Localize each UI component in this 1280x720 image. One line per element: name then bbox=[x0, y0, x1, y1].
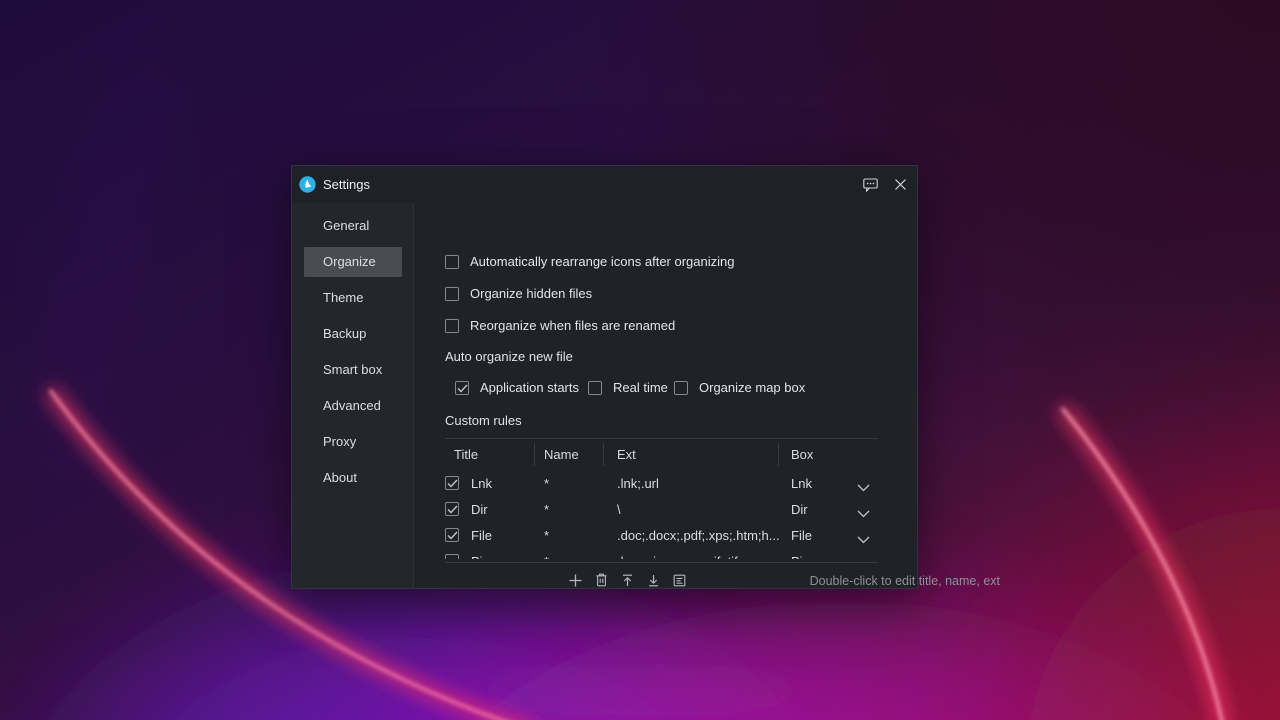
table-row[interactable]: File * .doc;.docx;.pdf;.xps;.htm;h... Fi… bbox=[445, 523, 878, 549]
rule-enabled-checkbox[interactable] bbox=[445, 528, 459, 542]
rule-enabled-checkbox[interactable] bbox=[445, 502, 459, 516]
option-label: Reorganize when files are renamed bbox=[470, 318, 676, 333]
sidebar-item-about[interactable]: About bbox=[292, 460, 414, 496]
title-bar: Settings bbox=[292, 166, 917, 203]
custom-rules-section-label: Custom rules bbox=[445, 413, 522, 428]
table-rows: Lnk * .lnk;.url Lnk Dir * \ Dir File * .… bbox=[445, 471, 878, 559]
column-separator bbox=[603, 443, 604, 466]
option-label: Organize hidden files bbox=[470, 286, 593, 301]
sidebar-item-theme[interactable]: Theme bbox=[292, 280, 414, 316]
option-real-time[interactable]: Real time bbox=[588, 380, 668, 395]
sidebar-item-advanced[interactable]: Advanced bbox=[292, 388, 414, 424]
column-separator bbox=[778, 443, 779, 466]
rule-title: File bbox=[471, 528, 492, 543]
close-icon bbox=[894, 179, 906, 190]
checkbox[interactable] bbox=[674, 380, 688, 395]
chevron-down-icon[interactable] bbox=[857, 532, 870, 547]
column-header-box: Box bbox=[791, 447, 814, 462]
option-label: Application starts bbox=[480, 380, 579, 395]
settings-sidebar: General Organize Theme Backup Smart box … bbox=[292, 203, 414, 588]
window-title: Settings bbox=[323, 177, 370, 192]
rule-ext: .bmp;.jpg;.png;.gif;.tif bbox=[617, 549, 738, 559]
rule-name: * bbox=[544, 476, 550, 491]
table-top-border bbox=[445, 438, 878, 439]
table-row[interactable]: Dir * \ Dir bbox=[445, 497, 878, 523]
option-label: Automatically rearrange icons after orga… bbox=[470, 254, 735, 269]
option-organize-map-box[interactable]: Organize map box bbox=[674, 380, 805, 395]
rule-name: * bbox=[544, 502, 550, 517]
checkbox[interactable] bbox=[588, 380, 602, 395]
rule-box-select[interactable]: Pic bbox=[791, 549, 809, 559]
rule-enabled-checkbox[interactable] bbox=[445, 476, 459, 490]
option-reorganize-renamed[interactable]: Reorganize when files are renamed bbox=[445, 318, 675, 333]
auto-organize-section-label: Auto organize new file bbox=[445, 349, 573, 364]
app-logo-icon bbox=[299, 176, 316, 193]
rule-ext: .doc;.docx;.pdf;.xps;.htm;h... bbox=[617, 528, 780, 543]
rule-ext: \ bbox=[617, 502, 621, 517]
table-row[interactable]: Pic * .bmp;.jpg;.png;.gif;.tif Pic bbox=[445, 549, 878, 559]
column-header-title: Title bbox=[454, 447, 479, 462]
table-bottom-border bbox=[445, 562, 878, 563]
rule-title: Dir bbox=[471, 502, 488, 517]
checkbox[interactable] bbox=[445, 286, 459, 301]
rule-title: Lnk bbox=[471, 476, 492, 491]
feedback-bubble-icon bbox=[862, 178, 878, 193]
rules-hint-text: Double-click to edit title, name, ext bbox=[809, 574, 1000, 588]
rule-box-select[interactable]: Lnk bbox=[791, 471, 812, 497]
settings-window: Settings General Organize Theme Backup S… bbox=[291, 165, 1000, 589]
column-separator bbox=[534, 443, 535, 466]
table-row[interactable]: Lnk * .lnk;.url Lnk bbox=[445, 471, 878, 497]
rule-name: * bbox=[544, 549, 549, 559]
rule-box-select[interactable]: File bbox=[791, 523, 812, 549]
organize-settings-panel: Automatically rearrange icons after orga… bbox=[414, 203, 1000, 588]
chevron-down-icon[interactable] bbox=[857, 480, 870, 495]
sidebar-item-general[interactable]: General bbox=[292, 208, 414, 244]
sidebar-item-organize[interactable]: Organize bbox=[304, 247, 402, 277]
rule-enabled-checkbox[interactable] bbox=[445, 554, 459, 559]
feedback-button[interactable] bbox=[855, 166, 885, 203]
rule-name: * bbox=[544, 528, 550, 543]
option-application-starts[interactable]: Application starts bbox=[455, 380, 579, 395]
chevron-down-icon[interactable] bbox=[857, 506, 870, 521]
column-header-name: Name bbox=[544, 447, 579, 462]
option-label: Organize map box bbox=[699, 380, 806, 395]
checkbox[interactable] bbox=[445, 254, 459, 269]
checkbox[interactable] bbox=[455, 380, 469, 395]
option-label: Real time bbox=[613, 380, 668, 395]
checkbox[interactable] bbox=[445, 318, 459, 333]
rule-box-select[interactable]: Dir bbox=[791, 497, 808, 523]
table-row-clipped: Pic * .bmp;.jpg;.png;.gif;.tif Pic bbox=[445, 549, 878, 559]
sidebar-item-smart-box[interactable]: Smart box bbox=[292, 352, 414, 388]
column-header-ext: Ext bbox=[617, 447, 636, 462]
rule-title: Pic bbox=[471, 549, 489, 559]
sidebar-item-proxy[interactable]: Proxy bbox=[292, 424, 414, 460]
close-button[interactable] bbox=[885, 166, 915, 203]
rule-ext: .lnk;.url bbox=[617, 476, 659, 491]
option-organize-hidden[interactable]: Organize hidden files bbox=[445, 286, 592, 301]
sidebar-item-backup[interactable]: Backup bbox=[292, 316, 414, 352]
option-auto-rearrange[interactable]: Automatically rearrange icons after orga… bbox=[445, 254, 734, 269]
